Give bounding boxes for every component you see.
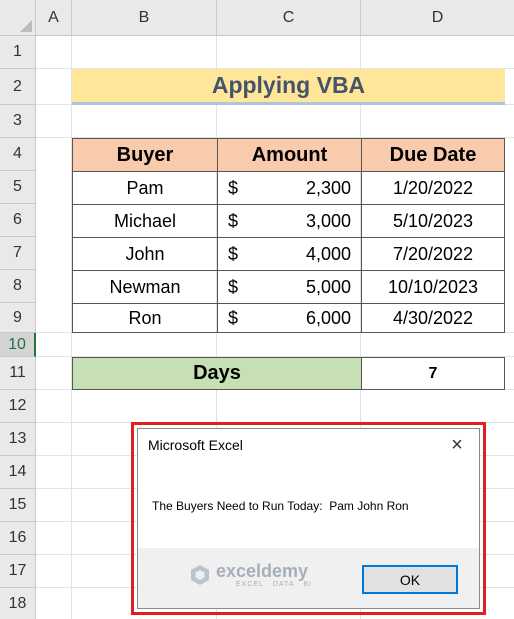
cell-due-date[interactable]: 1/20/2022	[361, 171, 505, 205]
header-amount[interactable]: Amount	[217, 138, 362, 172]
watermark-name: exceldemy	[216, 561, 309, 581]
column-header-c[interactable]: C	[217, 0, 361, 36]
header-due-date[interactable]: Due Date	[361, 138, 505, 172]
cell-due-date[interactable]: 5/10/2023	[361, 204, 505, 238]
row-header-8[interactable]: 8	[0, 270, 36, 303]
row-header-15[interactable]: 15	[0, 489, 36, 522]
close-icon[interactable]: ×	[445, 433, 469, 457]
cell-due-date[interactable]: 10/10/2023	[361, 270, 505, 304]
cell-buyer[interactable]: Michael	[72, 204, 218, 238]
dialog-footer: exceldemy EXCEL · DATA · BI OK	[138, 548, 479, 608]
row-header-7[interactable]: 7	[0, 237, 36, 270]
currency-symbol: $	[228, 243, 239, 264]
cell-due-date[interactable]: 4/30/2022	[361, 303, 505, 333]
dialog-title: Microsoft Excel	[148, 437, 243, 453]
cell-amount[interactable]: $6,000	[217, 303, 362, 333]
select-all-triangle-icon	[20, 20, 32, 32]
row-header-3[interactable]: 3	[0, 105, 36, 138]
cell-due-date[interactable]: 7/20/2022	[361, 237, 505, 271]
cell-amount[interactable]: $5,000	[217, 270, 362, 304]
title-underline	[72, 102, 505, 105]
row-header-17[interactable]: 17	[0, 555, 36, 588]
cell-buyer[interactable]: Ron	[72, 303, 218, 333]
amount-value: 2,300	[305, 177, 351, 198]
cell-amount[interactable]: $4,000	[217, 237, 362, 271]
days-value[interactable]: 7	[361, 357, 505, 390]
exceldemy-watermark: exceldemy EXCEL · DATA · BI	[188, 562, 312, 588]
row-header-18[interactable]: 18	[0, 588, 36, 619]
column-header-b[interactable]: B	[72, 0, 217, 36]
cell-buyer[interactable]: Newman	[72, 270, 218, 304]
exceldemy-logo-icon	[191, 565, 209, 585]
cell-buyer[interactable]: John	[72, 237, 218, 271]
cell-buyer[interactable]: Pam	[72, 171, 218, 205]
amount-value: 4,000	[305, 243, 351, 264]
column-header-a[interactable]: A	[36, 0, 72, 36]
row-header-12[interactable]: 12	[0, 390, 36, 423]
row-header-6[interactable]: 6	[0, 204, 36, 237]
currency-symbol: $	[228, 210, 239, 231]
currency-symbol: $	[228, 307, 239, 328]
row-header-5[interactable]: 5	[0, 171, 36, 204]
currency-symbol: $	[228, 276, 239, 297]
amount-value: 3,000	[305, 210, 351, 231]
dialog-message: The Buyers Need to Run Today: Pam John R…	[152, 499, 409, 513]
page-title[interactable]: Applying VBA	[72, 69, 505, 102]
watermark-text: exceldemy EXCEL · DATA · BI	[212, 562, 312, 588]
currency-symbol: $	[228, 177, 239, 198]
row-header-2[interactable]: 2	[0, 69, 36, 105]
ok-button[interactable]: OK	[362, 565, 458, 594]
watermark-tagline: EXCEL · DATA · BI	[236, 581, 312, 588]
cell-amount[interactable]: $2,300	[217, 171, 362, 205]
row-header-16[interactable]: 16	[0, 522, 36, 555]
row-header-4[interactable]: 4	[0, 138, 36, 171]
amount-value: 6,000	[305, 307, 351, 328]
days-label[interactable]: Days	[72, 357, 362, 390]
amount-value: 5,000	[305, 276, 351, 297]
cell-amount[interactable]: $3,000	[217, 204, 362, 238]
row-header-10[interactable]: 10	[0, 333, 36, 357]
row-header-9[interactable]: 9	[0, 303, 36, 333]
row-header-11[interactable]: 11	[0, 357, 36, 390]
row-header-13[interactable]: 13	[0, 423, 36, 456]
column-header-d[interactable]: D	[361, 0, 514, 36]
header-buyer[interactable]: Buyer	[72, 138, 218, 172]
row-header-14[interactable]: 14	[0, 456, 36, 489]
message-box-dialog: Microsoft Excel × The Buyers Need to Run…	[137, 428, 480, 609]
select-all-corner[interactable]	[0, 0, 36, 36]
row-header-1[interactable]: 1	[0, 36, 36, 69]
